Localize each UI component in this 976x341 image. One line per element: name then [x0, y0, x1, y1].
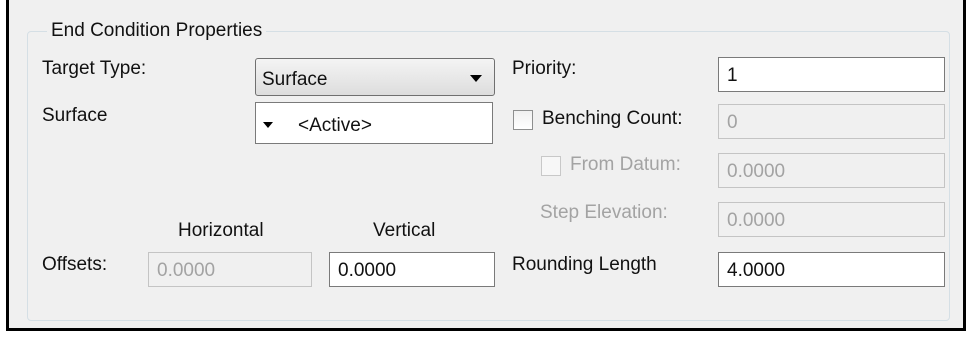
- group-title: End Condition Properties: [47, 19, 267, 43]
- surface-value: <Active>: [298, 115, 372, 136]
- offsets-label: Offsets:: [42, 254, 108, 275]
- benching-count-checkbox[interactable]: [513, 110, 533, 130]
- chevron-down-icon: [470, 75, 482, 82]
- benching-count-label: Benching Count:: [542, 108, 683, 129]
- rounding-length-input[interactable]: 4.0000: [718, 252, 945, 287]
- vertical-offset-input[interactable]: 0.0000: [329, 252, 495, 287]
- from-datum-checkbox: [541, 156, 561, 176]
- target-type-dropdown[interactable]: Surface: [255, 58, 495, 96]
- from-datum-label: From Datum:: [570, 154, 681, 175]
- surface-dropdown-arrow-icon[interactable]: [263, 122, 273, 128]
- from-datum-input: 0.0000: [718, 153, 945, 188]
- horizontal-column-header: Horizontal: [178, 220, 264, 241]
- target-type-label: Target Type:: [42, 58, 147, 79]
- target-type-value: Surface: [262, 69, 328, 90]
- surface-label: Surface: [42, 105, 108, 126]
- priority-label: Priority:: [512, 58, 577, 79]
- benching-count-input: 0: [718, 104, 945, 139]
- step-elevation-label: Step Elevation:: [540, 202, 668, 223]
- priority-input[interactable]: 1: [718, 57, 945, 92]
- rounding-length-label: Rounding Length: [512, 254, 657, 275]
- step-elevation-input: 0.0000: [718, 202, 945, 237]
- vertical-column-header: Vertical: [373, 220, 436, 241]
- horizontal-offset-input: 0.0000: [148, 252, 312, 287]
- surface-picker[interactable]: <Active>: [255, 102, 493, 144]
